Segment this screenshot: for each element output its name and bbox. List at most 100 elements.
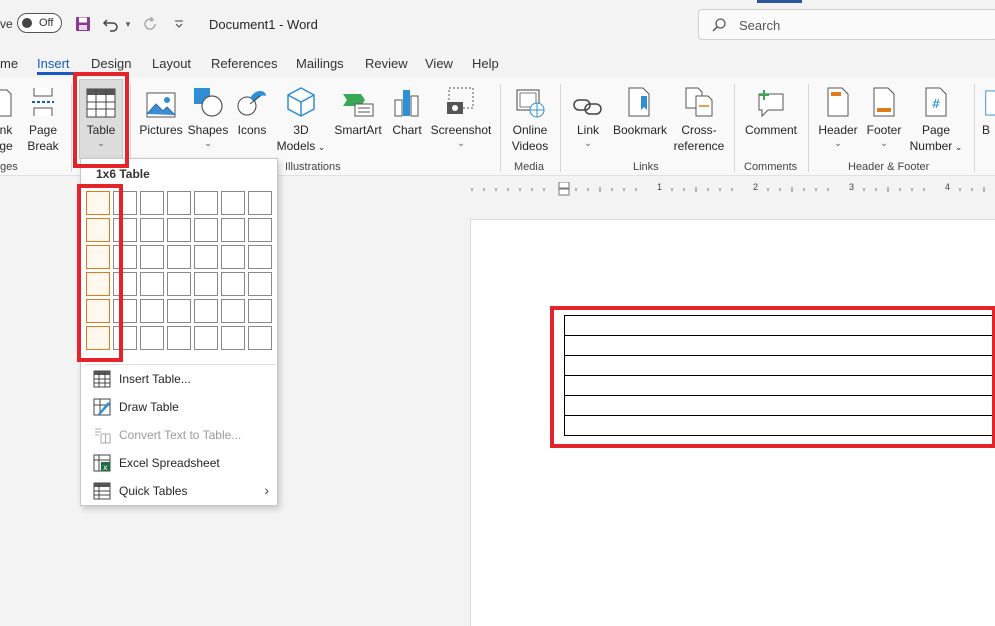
blank-page-button[interactable]: nk ge [0, 82, 16, 154]
screenshot-button[interactable]: Screenshot ⌄ [429, 82, 493, 148]
comment-button[interactable]: Comment [740, 82, 802, 138]
grid-cell[interactable] [167, 272, 191, 296]
grid-cell[interactable] [194, 272, 218, 296]
link-button[interactable]: Link ⌄ [568, 82, 608, 148]
table-cell[interactable] [564, 375, 995, 396]
tab-layout[interactable]: Layout [152, 56, 191, 71]
table-cell[interactable] [564, 395, 995, 416]
grid-cell[interactable] [221, 245, 245, 269]
grid-cell[interactable] [140, 218, 164, 242]
excel-spreadsheet-menu-item[interactable]: x Excel Spreadsheet [81, 449, 277, 477]
grid-cell[interactable] [113, 326, 137, 350]
page-break-button[interactable]: Page Break [24, 82, 62, 154]
search-box[interactable]: Search [698, 9, 995, 40]
blank-page-icon [0, 89, 12, 117]
toggle-text: Off [39, 17, 54, 29]
document-table[interactable] [564, 315, 995, 436]
grid-cell-selected[interactable] [86, 272, 110, 296]
grid-cell[interactable] [248, 245, 272, 269]
online-videos-button[interactable]: Online Videos [506, 82, 554, 154]
grid-cell[interactable] [140, 326, 164, 350]
grid-cell-selected[interactable] [86, 245, 110, 269]
grid-cell[interactable] [113, 299, 137, 323]
grid-cell[interactable] [140, 191, 164, 215]
grid-cell[interactable] [248, 326, 272, 350]
bookmark-button[interactable]: Bookmark [611, 82, 669, 138]
table-grid-picker[interactable] [86, 191, 272, 350]
grid-cell[interactable] [140, 299, 164, 323]
grid-cell[interactable] [221, 191, 245, 215]
grid-cell[interactable] [221, 326, 245, 350]
grid-cell-selected[interactable] [86, 218, 110, 242]
horizontal-ruler[interactable]: 1 2 3 4 [470, 182, 995, 196]
header-button[interactable]: Header ⌄ [816, 82, 860, 148]
grid-cell[interactable] [113, 218, 137, 242]
chevron-down-icon: ⌄ [315, 142, 326, 152]
blank-page-label-1: nk [0, 123, 13, 137]
undo-button[interactable] [101, 13, 121, 35]
grid-cell[interactable] [113, 191, 137, 215]
icons-button[interactable]: Icons [232, 82, 272, 138]
grid-cell[interactable] [194, 191, 218, 215]
grid-cell[interactable] [167, 218, 191, 242]
tab-review[interactable]: Review [365, 56, 408, 71]
grid-cell[interactable] [248, 218, 272, 242]
quick-tables-menu-item[interactable]: Quick Tables › [81, 477, 277, 505]
autosave-toggle[interactable]: Off [17, 13, 62, 33]
insert-table-menu-item[interactable]: Insert Table... [81, 365, 277, 393]
grid-cell[interactable] [194, 299, 218, 323]
table-button[interactable]: Table ⌄ [80, 82, 122, 148]
grid-cell[interactable] [221, 272, 245, 296]
grid-cell[interactable] [113, 245, 137, 269]
grid-cell[interactable] [140, 272, 164, 296]
chart-icon [394, 90, 419, 117]
table-cell[interactable] [564, 335, 995, 356]
link-icon [573, 99, 602, 115]
grid-cell[interactable] [194, 326, 218, 350]
shapes-button[interactable]: Shapes ⌄ [186, 82, 230, 148]
quick-tables-label: Quick Tables [119, 484, 188, 498]
undo-dropdown[interactable]: ▾ [122, 13, 134, 35]
grid-cell[interactable] [221, 218, 245, 242]
table-cell[interactable] [564, 315, 995, 336]
grid-cell-selected[interactable] [86, 191, 110, 215]
convert-text-menu-item[interactable]: Convert Text to Table... [81, 421, 277, 449]
grid-cell[interactable] [248, 272, 272, 296]
tab-home[interactable]: me [0, 56, 18, 71]
tab-help[interactable]: Help [472, 56, 499, 71]
tab-references[interactable]: References [211, 56, 277, 71]
tab-design[interactable]: Design [91, 56, 131, 71]
redo-button[interactable] [140, 13, 160, 35]
draw-table-menu-item[interactable]: Draw Table [81, 393, 277, 421]
tab-view[interactable]: View [425, 56, 453, 71]
text-box-button-partial[interactable]: B [982, 82, 995, 138]
cross-reference-label-1: Cross- [681, 123, 717, 137]
ribbon-separator [734, 84, 735, 172]
page-number-button[interactable]: # Page Number ⌄ [906, 82, 966, 155]
grid-cell-selected[interactable] [86, 326, 110, 350]
save-button[interactable] [73, 13, 93, 35]
grid-cell[interactable] [167, 191, 191, 215]
grid-cell[interactable] [248, 191, 272, 215]
footer-button[interactable]: Footer ⌄ [862, 82, 906, 148]
grid-cell[interactable] [167, 326, 191, 350]
smartart-button[interactable]: SmartArt [332, 82, 384, 138]
grid-cell[interactable] [167, 245, 191, 269]
cross-reference-button[interactable]: Cross- reference [673, 82, 725, 154]
chart-button[interactable]: Chart [388, 82, 426, 138]
grid-cell-selected[interactable] [86, 299, 110, 323]
grid-cell[interactable] [248, 299, 272, 323]
grid-cell[interactable] [194, 218, 218, 242]
customize-quick-access[interactable] [172, 13, 186, 35]
grid-cell[interactable] [194, 245, 218, 269]
grid-cell[interactable] [140, 245, 164, 269]
grid-cell[interactable] [221, 299, 245, 323]
tab-insert[interactable]: Insert [37, 56, 70, 71]
3d-models-button[interactable]: 3D Models ⌄ [276, 82, 326, 155]
tab-mailings[interactable]: Mailings [296, 56, 344, 71]
table-cell[interactable] [564, 355, 995, 376]
grid-cell[interactable] [167, 299, 191, 323]
table-cell[interactable] [564, 415, 995, 436]
pictures-button[interactable]: Pictures [138, 82, 184, 138]
grid-cell[interactable] [113, 272, 137, 296]
